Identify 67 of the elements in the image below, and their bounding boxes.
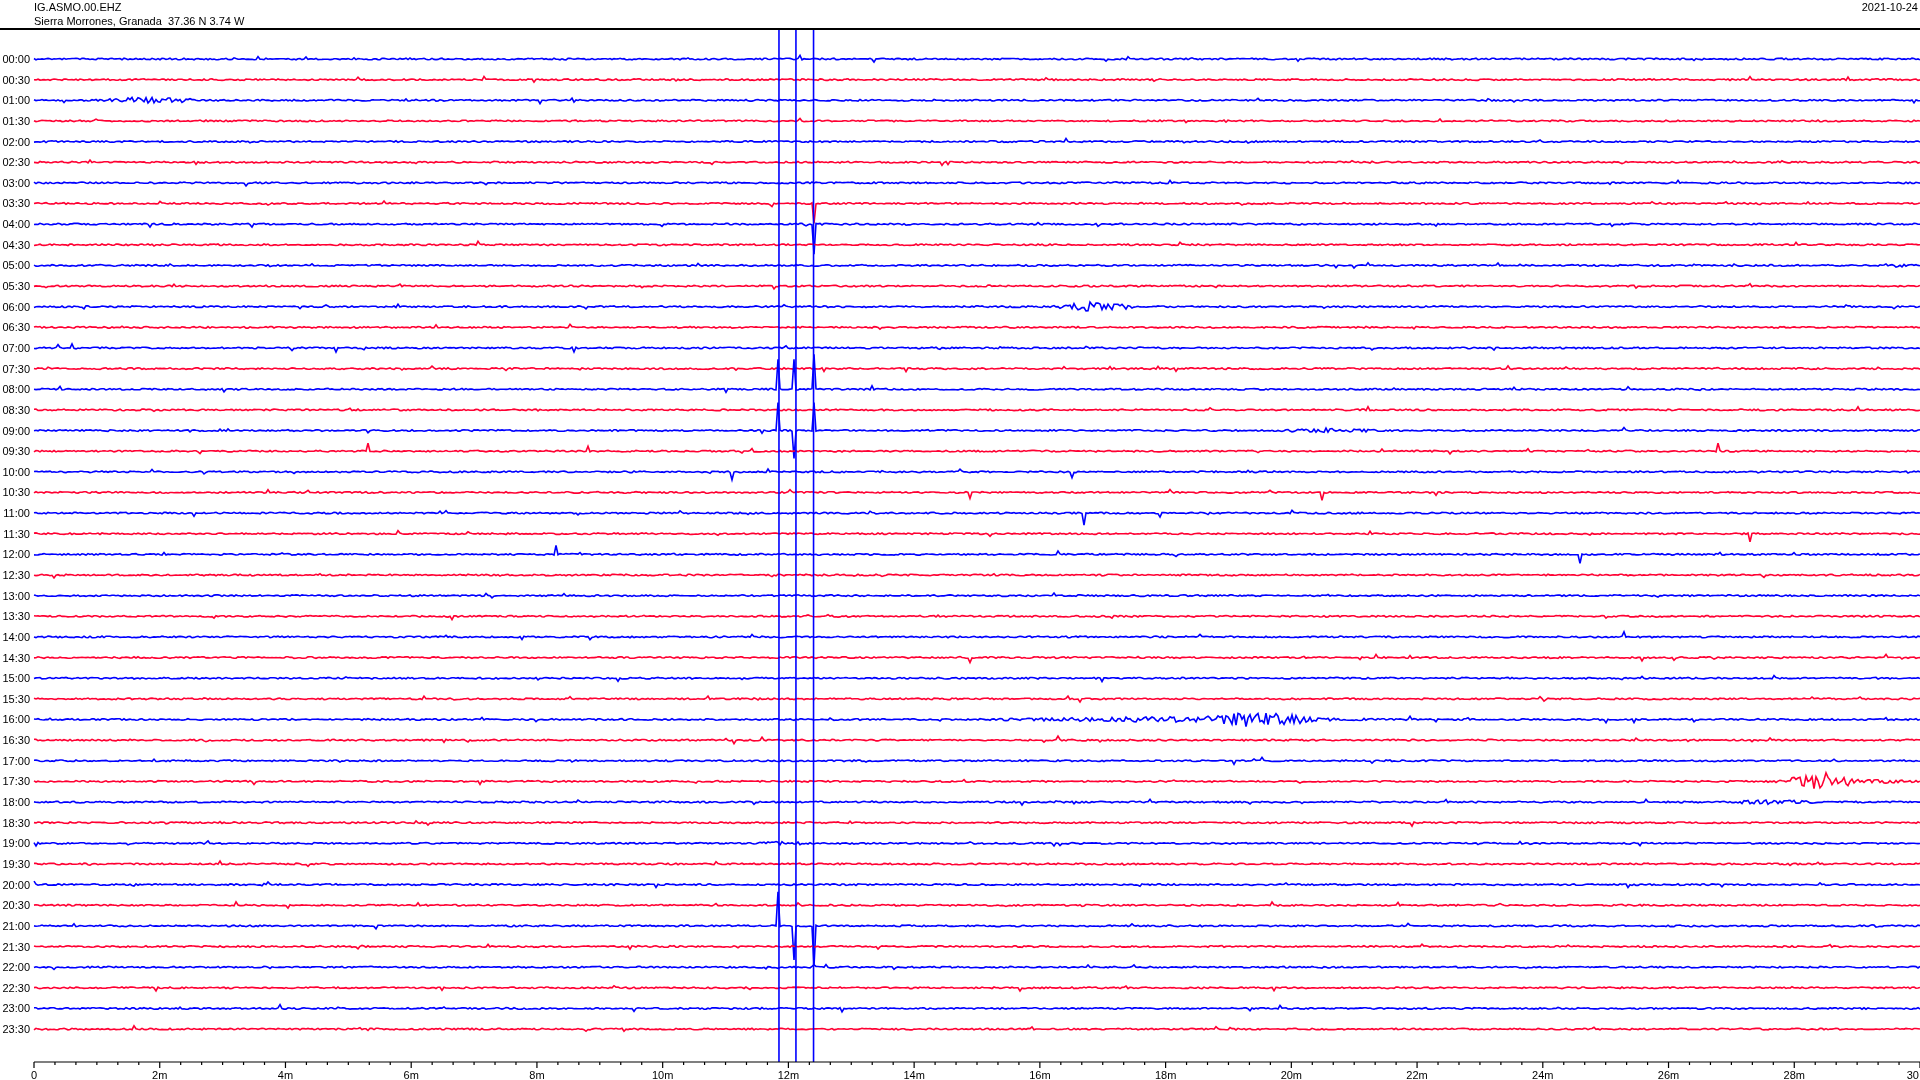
hour-label: 07:30 (2, 362, 30, 375)
hour-label: 20:00 (2, 878, 30, 891)
hour-label: 06:30 (2, 321, 30, 334)
hour-label: 09:30 (2, 445, 30, 458)
hour-label: 03:30 (2, 197, 30, 210)
hour-label: 08:00 (2, 383, 30, 396)
tick-label: 10m (651, 1069, 674, 1080)
tick-label: 6m (403, 1069, 419, 1080)
hour-label: 05:00 (2, 259, 30, 272)
hour-label: 01:30 (2, 114, 30, 127)
tick-label: 24m (1532, 1069, 1554, 1080)
hour-label: 16:00 (2, 713, 30, 726)
hour-label: 21:00 (2, 919, 30, 932)
hour-label: 00:00 (2, 53, 30, 65)
station-location: Sierra Morrones, Granada 37.36 N 3.74 W (34, 14, 245, 28)
tick-label: 22m (1406, 1069, 1428, 1080)
tick-label: 20m (1280, 1069, 1303, 1080)
hour-label: 11:00 (3, 507, 30, 520)
hour-label: 12:30 (2, 569, 30, 581)
hour-label: 23:00 (2, 1002, 30, 1015)
plot-date: 2021-10-24 (1861, 0, 1919, 14)
hour-label: 10:00 (2, 465, 30, 478)
tick-label: 16m (1029, 1069, 1051, 1080)
hour-label: 18:30 (2, 816, 30, 829)
hour-label: 15:00 (2, 672, 30, 685)
hour-label: 08:30 (2, 403, 30, 416)
hour-label: 00:30 (2, 73, 30, 86)
hour-label: 11:30 (3, 527, 30, 540)
hour-label: 17:00 (2, 754, 30, 767)
hour-label: 14:00 (2, 630, 30, 643)
hour-label: 03:00 (2, 176, 30, 189)
station-code: IG.ASMO.00.EHZ (34, 0, 122, 14)
hour-label: 14:30 (2, 651, 30, 664)
hour-label: 02:00 (2, 135, 30, 148)
hour-label: 12:00 (2, 548, 30, 561)
hour-label: 20:30 (2, 899, 30, 912)
hour-label: 06:00 (2, 300, 30, 313)
hour-label: 19:30 (2, 857, 30, 870)
hour-label: 02:30 (2, 156, 30, 169)
tick-label: 2m (152, 1069, 168, 1080)
hour-label: 16:30 (2, 734, 30, 747)
hour-label: 13:30 (2, 610, 30, 623)
tick-label: 4m (277, 1069, 294, 1080)
hour-label: 18:00 (2, 796, 30, 809)
hour-label: 04:30 (2, 238, 30, 251)
tick-label: 30 (1906, 1069, 1919, 1080)
hour-label: 22:00 (2, 961, 30, 974)
hour-label: 07:00 (2, 341, 30, 354)
hour-label: 19:00 (2, 837, 30, 850)
hour-label: 13:00 (2, 589, 30, 602)
hour-label: 15:30 (2, 692, 30, 705)
tick-label: 26m (1657, 1069, 1680, 1080)
tick-label: 8m (529, 1069, 545, 1080)
tick-label: 12m (777, 1069, 800, 1080)
hour-label: 04:00 (2, 218, 30, 231)
hour-label: 05:30 (2, 280, 30, 293)
hour-label: 21:30 (2, 940, 30, 953)
tick-label: 0 (30, 1069, 38, 1080)
hour-label: 01:00 (2, 94, 30, 107)
hour-label: 22:30 (2, 981, 30, 994)
hour-label: 17:30 (2, 775, 30, 788)
hour-label: 10:30 (2, 486, 30, 499)
tick-label: 18m (1154, 1069, 1177, 1080)
tick-label: 14m (903, 1069, 925, 1080)
hour-label: 09:00 (2, 424, 30, 437)
tick-label: 28m (1783, 1069, 1805, 1080)
hour-label: 23:30 (2, 1023, 30, 1036)
